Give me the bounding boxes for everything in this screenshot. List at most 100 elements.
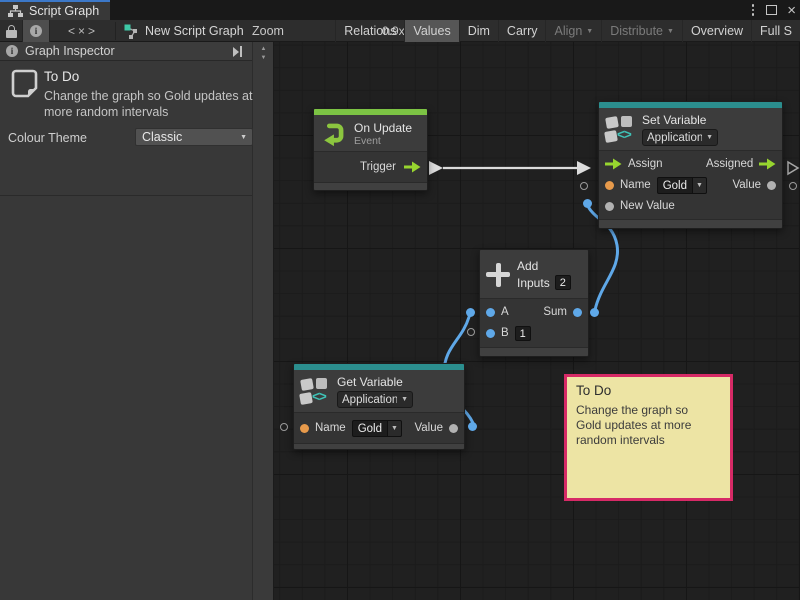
sum-output-port[interactable] (573, 308, 582, 317)
values-button[interactable]: Values (404, 20, 458, 42)
value-label: Value (732, 179, 761, 191)
variable-name-value: Gold (657, 177, 693, 194)
graph-inspector-panel: i Graph Inspector ▲ ▼ To Do Change the g… (0, 42, 273, 600)
add-a-outer-port[interactable] (466, 308, 475, 317)
align-dropdown[interactable]: Align ▼ (545, 20, 601, 42)
close-icon[interactable]: × (787, 3, 796, 18)
scroll-up-icon[interactable]: ▲ (253, 45, 274, 54)
set-variable-name-outer-port[interactable] (580, 182, 588, 190)
dim-button[interactable]: Dim (459, 20, 498, 42)
menu-dots-icon[interactable] (750, 2, 757, 18)
assigned-output-port[interactable] (759, 158, 776, 170)
graph-tree-icon (8, 5, 23, 18)
variable-name-dropdown[interactable]: Gold ▼ (657, 177, 707, 194)
node-title: On Update (354, 121, 412, 135)
trigger-port-label: Trigger (360, 161, 398, 173)
dock-icon[interactable] (233, 46, 243, 57)
add-sum-outer-port[interactable] (590, 308, 599, 317)
chevron-down-icon: ▼ (693, 177, 707, 194)
node-footer (599, 219, 782, 229)
name-label: Name (620, 179, 651, 191)
lock-icon (6, 25, 17, 38)
variable-name-dropdown[interactable]: Gold ▼ (352, 420, 402, 437)
align-label: Align (554, 24, 582, 38)
new-value-input-port[interactable] (605, 202, 614, 211)
set-variable-value-outer-port[interactable] (789, 182, 797, 190)
set-variable-newvalue-outer-port[interactable] (583, 199, 592, 208)
inspector-scrollbar[interactable]: ▲ ▼ (252, 42, 273, 600)
variable-scope-dropdown[interactable]: Application ▼ (337, 391, 413, 408)
on-update-loop-icon (320, 120, 347, 147)
sticky-note-line2: Gold updates at more (576, 418, 691, 432)
inspector-title: Graph Inspector (25, 44, 115, 58)
lock-button[interactable] (0, 20, 22, 42)
name-label: Name (315, 422, 346, 434)
fullscreen-button[interactable]: Full S (751, 20, 800, 42)
a-input-port[interactable] (486, 308, 495, 317)
add-b-outer-port[interactable] (467, 328, 475, 336)
scroll-down-icon[interactable]: ▼ (253, 54, 274, 63)
sticky-note-icon (10, 68, 39, 100)
name-input-port[interactable] (605, 181, 614, 190)
on-update-node[interactable]: On Update Event Trigger (313, 108, 428, 191)
get-variable-node[interactable]: <> Get Variable Application ▼ Name Gold … (293, 363, 465, 450)
value-output-port[interactable] (767, 181, 776, 190)
sticky-note-title: To Do (576, 383, 611, 398)
node-footer (480, 347, 588, 357)
node-footer (294, 443, 464, 450)
value-output-port[interactable] (449, 424, 458, 433)
chevron-down-icon: ▼ (706, 134, 713, 141)
variable-name-value: Gold (352, 420, 388, 437)
tab-script-graph[interactable]: Script Graph (0, 0, 110, 20)
node-subtitle: Event (354, 135, 412, 147)
inputs-count-field[interactable]: 2 (555, 275, 571, 290)
sticky-note-line1: Change the graph so (576, 403, 688, 417)
divider (0, 195, 252, 196)
variable-icon: <> (300, 376, 330, 407)
overview-button[interactable]: Overview (682, 20, 751, 42)
distribute-dropdown[interactable]: Distribute▼ (601, 20, 682, 42)
graph-name-label: New Script Graph (145, 24, 244, 38)
inspector-header: i Graph Inspector (0, 42, 252, 61)
colour-theme-select[interactable]: Classic ▼ (135, 128, 253, 146)
chevron-down-icon: ▼ (586, 28, 593, 35)
b-value-field[interactable]: 1 (515, 326, 531, 341)
variable-scope-dropdown[interactable]: Application ▼ (642, 129, 718, 146)
script-graph-icon (124, 24, 139, 39)
trigger-output-port[interactable] (404, 161, 421, 173)
maximize-icon[interactable] (766, 5, 777, 15)
code-icon: <×> (68, 24, 98, 38)
script-graph-window: Script Graph × i <×> New Script Graph Zo… (0, 0, 800, 600)
carry-button[interactable]: Carry (498, 20, 546, 42)
toolbar-right-group: Relations Values Dim Carry Align ▼ Distri… (335, 20, 800, 42)
info-icon: i (30, 25, 42, 37)
variable-icon: <> (605, 114, 635, 145)
get-variable-name-outer-port[interactable] (280, 423, 288, 431)
scope-value: Application (342, 394, 397, 406)
inspector-toggle-button[interactable]: i (22, 20, 50, 42)
scope-value: Application (647, 132, 702, 144)
code-view-button[interactable]: <×> (58, 20, 108, 42)
get-variable-value-outer-port[interactable] (468, 422, 477, 431)
tab-label: Script Graph (29, 4, 99, 18)
sticky-note-line3: random intervals (576, 433, 665, 447)
a-label: A (501, 306, 509, 318)
set-variable-node[interactable]: <> Set Variable Application ▼ Assign Ass… (598, 101, 783, 229)
add-node[interactable]: Add Inputs 2 A Sum B 1 (479, 249, 589, 357)
assign-input-port[interactable] (605, 158, 622, 170)
colour-theme-value: Classic (136, 130, 240, 144)
name-input-port[interactable] (300, 424, 309, 433)
node-title: Get Variable (337, 375, 413, 389)
node-footer (314, 182, 427, 191)
value-label: Value (414, 422, 443, 434)
distribute-label: Distribute (610, 24, 663, 38)
node-title: Set Variable (642, 113, 718, 127)
tab-bar: Script Graph × (0, 0, 800, 20)
sticky-note[interactable]: To Do Change the graph so Gold updates a… (564, 374, 733, 501)
relations-button[interactable]: Relations (335, 20, 404, 42)
graph-name[interactable]: New Script Graph (124, 20, 244, 42)
sum-label: Sum (543, 306, 567, 318)
graph-toolbar: i <×> New Script Graph Zoom 0.9x Relatio… (0, 20, 800, 42)
todo-description-line2: more random intervals (44, 105, 168, 119)
b-input-port[interactable] (486, 329, 495, 338)
